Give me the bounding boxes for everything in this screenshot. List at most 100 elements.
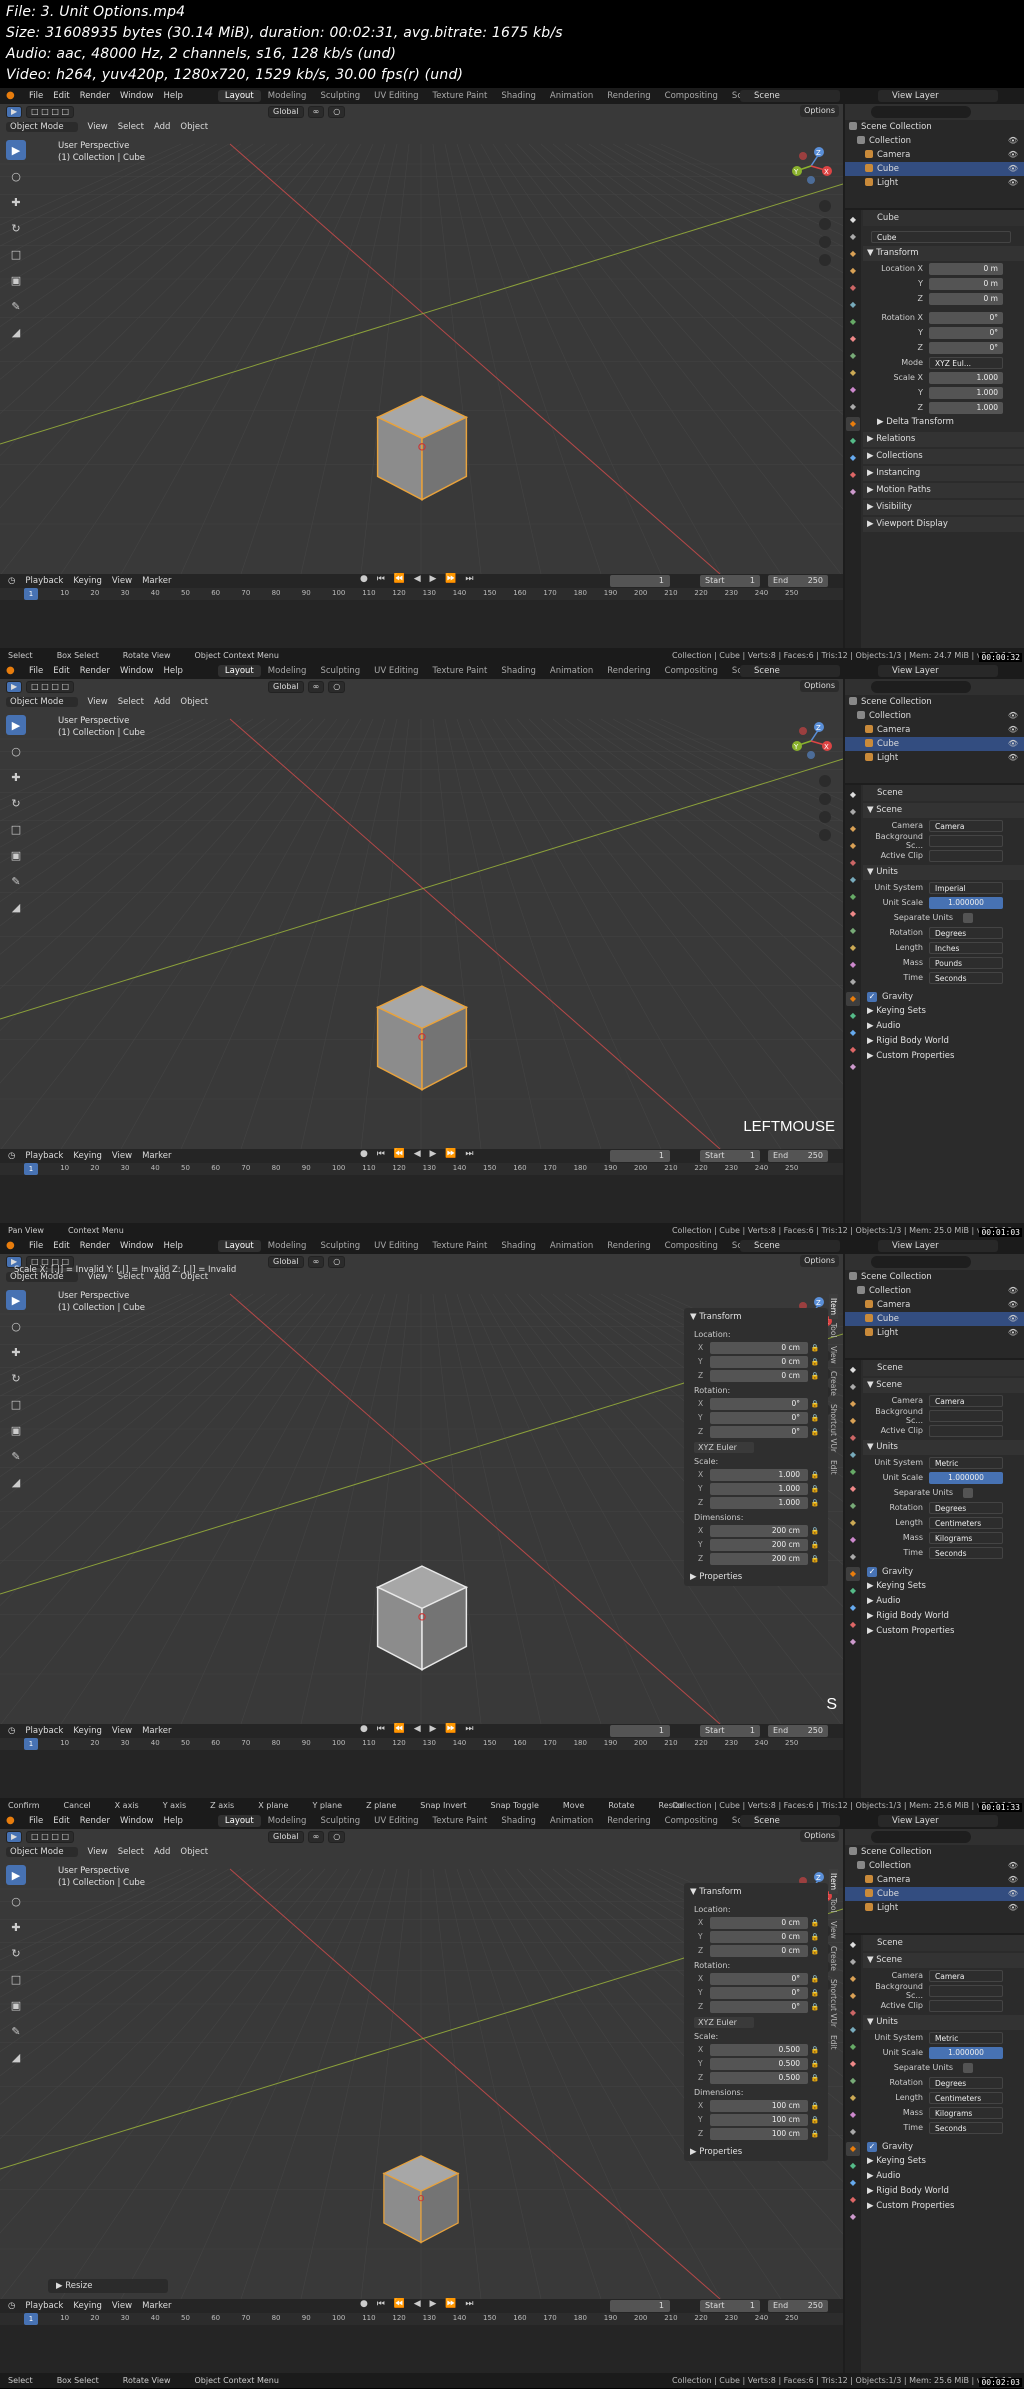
rotate-icon[interactable]: ↻ bbox=[6, 1368, 26, 1388]
value-field[interactable]: 0° bbox=[710, 1411, 808, 1424]
outliner-item[interactable]: Camera 👁 bbox=[845, 148, 1024, 162]
lock-icon[interactable]: 🔒 bbox=[808, 2060, 822, 2068]
properties-tab-icon[interactable]: ◆ bbox=[846, 1026, 860, 1040]
viewport-menu[interactable]: Add bbox=[154, 697, 170, 707]
outliner-item[interactable]: Camera 👁 bbox=[845, 723, 1024, 737]
value-field[interactable]: 1.000 bbox=[710, 1482, 808, 1495]
timeline-editor-icon[interactable]: ◷ bbox=[8, 576, 15, 586]
properties-tab-icon[interactable]: ◆ bbox=[846, 1448, 860, 1462]
proportional-icon[interactable]: ○ bbox=[328, 680, 346, 693]
properties-tab-icon[interactable]: ◆ bbox=[846, 2040, 860, 2054]
outliner-item[interactable]: Scene Collection bbox=[845, 120, 1024, 134]
property-value[interactable]: 0° bbox=[929, 311, 1003, 324]
workspace-tab[interactable]: Rendering bbox=[600, 665, 657, 677]
lock-icon[interactable]: 🔒 bbox=[808, 1485, 822, 1493]
gravity-toggle[interactable]: ✓ Gravity bbox=[863, 989, 1024, 1004]
property-value[interactable]: Metric bbox=[929, 1456, 1003, 1469]
menu-item[interactable]: Help bbox=[158, 1241, 187, 1251]
properties-tab-icon[interactable]: ◆ bbox=[846, 958, 860, 972]
navigation-gizmo[interactable]: Z X Y bbox=[789, 719, 835, 869]
property-value[interactable]: 0 m bbox=[929, 277, 1003, 290]
menu-item[interactable]: File bbox=[24, 91, 48, 101]
gravity-toggle[interactable]: ✓ Gravity bbox=[863, 2139, 1024, 2154]
properties-tab-icon[interactable]: ◆ bbox=[846, 400, 860, 414]
cube-object[interactable] bbox=[373, 1564, 471, 1672]
sidebar-tab[interactable]: Edit bbox=[829, 1456, 838, 1479]
timeline-menu[interactable]: Marker bbox=[142, 576, 171, 586]
scene-selector[interactable]: Scene bbox=[740, 90, 840, 102]
property-value[interactable]: Camera bbox=[929, 1394, 1003, 1407]
playback-controls[interactable]: ● ⏮ ⏪ ◀ ▶ ⏩ ⏭ bbox=[360, 574, 476, 584]
rotate-icon[interactable]: ↻ bbox=[6, 793, 26, 813]
properties-tab-icon[interactable]: ◆ bbox=[846, 1380, 860, 1394]
eye-icon[interactable]: 👁 bbox=[1008, 1887, 1018, 1901]
property-value[interactable]: Degrees bbox=[929, 926, 1003, 939]
property-value[interactable]: 1.000000 bbox=[929, 896, 1003, 909]
properties-tab-icon[interactable]: ◆ bbox=[846, 2023, 860, 2037]
move-icon[interactable]: ✚ bbox=[6, 1342, 26, 1362]
timeline-menu[interactable]: Playback bbox=[25, 1151, 63, 1161]
proportional-icon[interactable]: ○ bbox=[328, 105, 346, 118]
scene-selector[interactable]: Scene bbox=[740, 1815, 840, 1827]
outliner-item[interactable]: Camera 👁 bbox=[845, 1298, 1024, 1312]
lock-icon[interactable]: 🔒 bbox=[808, 1527, 822, 1535]
workspace-tab[interactable]: Layout bbox=[217, 1815, 261, 1827]
value-field[interactable]: 100 cm bbox=[710, 2127, 808, 2140]
cube-object[interactable] bbox=[373, 394, 471, 502]
menu-item[interactable]: Render bbox=[75, 1816, 115, 1826]
3d-viewport[interactable]: ▶ □ □ □ □ Global ∞ ○ Object Mode View Select… bbox=[0, 679, 843, 1149]
menu-item[interactable]: File bbox=[24, 666, 48, 676]
property-value[interactable] bbox=[929, 1984, 1003, 1997]
workspace-tab[interactable]: Shading bbox=[494, 90, 543, 102]
view-layer-selector[interactable]: View Layer bbox=[878, 1240, 998, 1252]
workspace-tab[interactable]: UV Editing bbox=[367, 665, 425, 677]
properties-tab-icon[interactable]: ◆ bbox=[846, 247, 860, 261]
outliner-item[interactable]: Cube 👁 bbox=[845, 162, 1024, 176]
value-field[interactable]: 200 cm bbox=[710, 1538, 808, 1551]
section-header[interactable]: ▶ Custom Properties bbox=[863, 2199, 1024, 2214]
property-value[interactable]: Degrees bbox=[929, 1501, 1003, 1514]
property-value[interactable] bbox=[929, 834, 1003, 847]
mode-icons[interactable]: □ □ □ □ bbox=[26, 105, 75, 118]
section-header[interactable]: ▼ Units bbox=[863, 865, 1024, 880]
move-icon[interactable]: ✚ bbox=[6, 1917, 26, 1937]
proportional-icon[interactable]: ○ bbox=[328, 1255, 346, 1268]
outliner-item[interactable]: Collection 👁 bbox=[845, 1859, 1024, 1873]
lock-icon[interactable]: 🔒 bbox=[808, 1428, 822, 1436]
properties-tab-icon[interactable]: ◆ bbox=[846, 890, 860, 904]
timeline-menu[interactable]: View bbox=[112, 576, 132, 586]
properties-tab-icon[interactable]: ◆ bbox=[846, 383, 860, 397]
section-header[interactable]: ▶ Rigid Body World bbox=[863, 1609, 1024, 1624]
lock-icon[interactable]: 🔒 bbox=[808, 1975, 822, 1983]
cursor-icon[interactable]: ○ bbox=[6, 166, 26, 186]
properties-tab-icon[interactable]: ◆ bbox=[846, 873, 860, 887]
start-frame-field[interactable]: Start 1 bbox=[700, 2300, 760, 2312]
section-header[interactable]: ▶ Audio bbox=[863, 1594, 1024, 1609]
timeline-menu[interactable]: Playback bbox=[25, 1726, 63, 1736]
value-field[interactable]: 0.500 bbox=[710, 2057, 808, 2070]
viewport-menu[interactable]: View bbox=[88, 122, 108, 132]
property-value[interactable]: Pounds bbox=[929, 956, 1003, 969]
property-value[interactable]: Camera bbox=[929, 819, 1003, 832]
properties-tab-icon[interactable]: ◆ bbox=[846, 941, 860, 955]
property-value[interactable]: Kilograms bbox=[929, 2106, 1003, 2119]
transform-orientation[interactable]: Global bbox=[268, 1255, 304, 1268]
properties-tab-icon[interactable]: ◆ bbox=[846, 451, 860, 465]
eye-icon[interactable]: 👁 bbox=[1008, 1859, 1018, 1873]
gravity-toggle[interactable]: ✓ Gravity bbox=[863, 1564, 1024, 1579]
workspace-tab[interactable]: Modeling bbox=[261, 1815, 314, 1827]
start-frame-field[interactable]: Start 1 bbox=[700, 1150, 760, 1162]
blender-logo-icon[interactable]: ● bbox=[6, 1240, 20, 1252]
property-value[interactable]: 1.000 bbox=[929, 386, 1003, 399]
workspace-tab[interactable]: Animation bbox=[543, 1240, 600, 1252]
viewport-menu[interactable]: Add bbox=[154, 1847, 170, 1857]
navigation-gizmo[interactable]: Z X Y bbox=[789, 144, 835, 294]
transform-orientation[interactable]: Global bbox=[268, 680, 304, 693]
value-field[interactable]: 0.500 bbox=[710, 2043, 808, 2056]
outliner-item[interactable]: Light 👁 bbox=[845, 1901, 1024, 1915]
workspace-tab[interactable]: Animation bbox=[543, 665, 600, 677]
section-header[interactable]: ▼ Units bbox=[863, 1440, 1024, 1455]
properties-tab-icon[interactable]: ◆ bbox=[846, 281, 860, 295]
menu-item[interactable]: Window bbox=[115, 91, 159, 101]
properties-tab-icon[interactable]: ◆ bbox=[846, 332, 860, 346]
